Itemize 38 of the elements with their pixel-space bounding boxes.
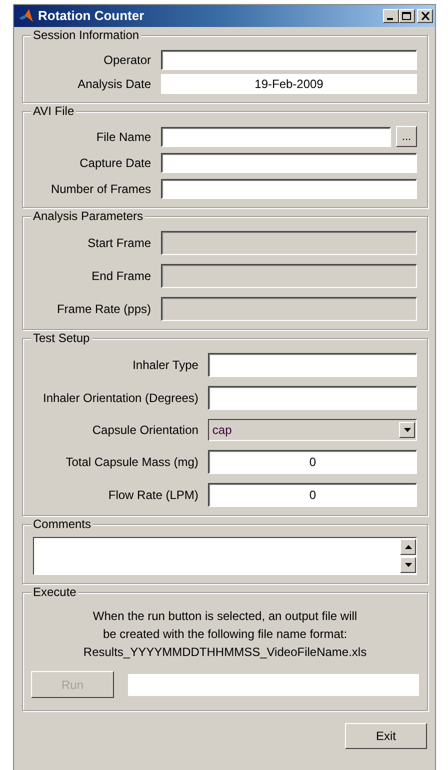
field-label: Start Frame [86, 235, 151, 252]
text-field[interactable]: 0 [208, 450, 417, 474]
field-label: Analysis Date [76, 76, 151, 93]
comments-box[interactable] [33, 537, 417, 575]
instruction-text: When the run button is selected, an output file will be created with the following file name format: Results_YYYYMMDDTHHMMSS_VideoFileName.xls [82, 608, 368, 661]
minimize-button[interactable] [383, 9, 399, 23]
field-label: Inhaler Orientation (Degrees) [43, 390, 198, 407]
field-label: Total Capsule Mass (mg) [64, 454, 198, 471]
text-field[interactable] [208, 386, 417, 410]
window-title: Rotation Counter [38, 7, 144, 26]
maximize-button[interactable] [399, 9, 415, 23]
app-logo-icon [18, 8, 34, 24]
group-title: Analysis Parameters [31, 209, 146, 224]
text-field[interactable] [161, 50, 417, 70]
field-label: Number of Frames [50, 181, 151, 198]
group-title: Test Setup [31, 331, 92, 346]
text-field[interactable] [161, 179, 417, 199]
field-label: Inhaler Type [132, 357, 198, 374]
close-icon [420, 12, 430, 20]
dropdown[interactable]: cap [208, 419, 417, 441]
maximize-icon [402, 12, 412, 20]
text-field[interactable] [161, 126, 391, 146]
field-label: Capsule Orientation [91, 422, 198, 439]
text-field[interactable]: 0 [208, 483, 417, 507]
close-button[interactable] [417, 9, 433, 23]
scroll-down-icon[interactable] [400, 557, 416, 573]
date-display: 19-Feb-2009 [161, 74, 417, 94]
exit-button[interactable]: Exit [345, 723, 427, 749]
field-label: Flow Rate (LPM) [107, 487, 198, 504]
field-label: Frame Rate (pps) [56, 301, 151, 318]
field-label: Operator [102, 52, 151, 69]
scroll-up-icon[interactable] [400, 539, 416, 555]
field-label: Capture Date [78, 155, 151, 172]
browse-button[interactable]: ... [396, 126, 417, 147]
text-field[interactable] [208, 353, 417, 377]
text-field[interactable] [161, 153, 417, 173]
field-label: File Name [95, 128, 151, 146]
field-label: End Frame [90, 268, 151, 285]
